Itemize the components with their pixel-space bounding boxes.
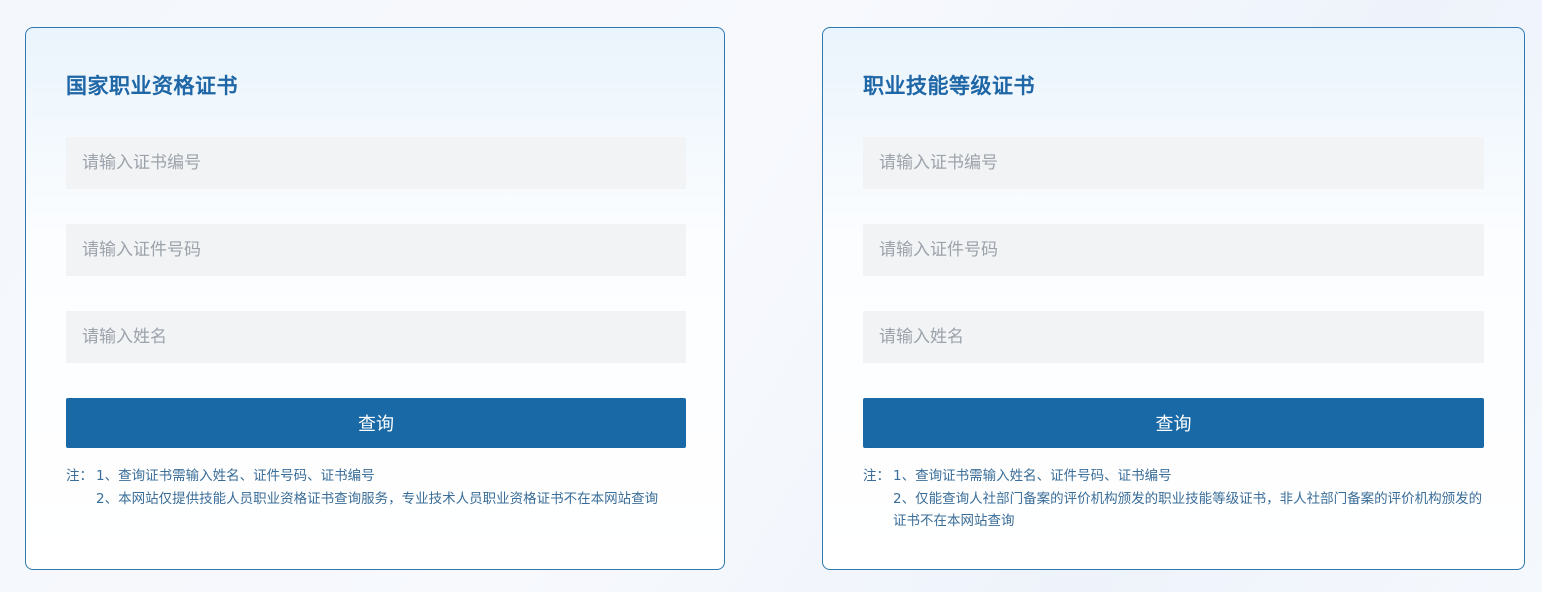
query-button[interactable]: 查询	[66, 398, 686, 448]
notes: 注： 1、查询证书需输入姓名、证件号码、证书编号 2、本网站仅提供技能人员职业资…	[66, 465, 686, 510]
certificate-number-input[interactable]	[66, 137, 686, 189]
note-text: 1、查询证书需输入姓名、证件号码、证书编号	[96, 468, 375, 484]
panel-title: 职业技能等级证书	[863, 74, 1035, 98]
id-number-input[interactable]	[863, 224, 1484, 276]
note-item: 注： 1、查询证书需输入姓名、证件号码、证书编号	[863, 465, 1483, 488]
name-input[interactable]	[66, 311, 686, 363]
vocational-skill-level-panel: 职业技能等级证书 查询 注： 1、查询证书需输入姓名、证件号码、证书编号 2、仅…	[822, 27, 1525, 570]
note-text: 2、本网站仅提供技能人员职业资格证书查询服务，专业技术人员职业资格证书不在本网站…	[96, 490, 659, 507]
query-button[interactable]: 查询	[863, 398, 1484, 448]
notes: 注： 1、查询证书需输入姓名、证件号码、证书编号 2、仅能查询人社部门备案的评价…	[863, 465, 1483, 533]
certificate-number-input[interactable]	[863, 137, 1484, 189]
note-item: 注： 1、查询证书需输入姓名、证件号码、证书编号	[66, 465, 686, 488]
national-vocational-qualification-panel: 国家职业资格证书 查询 注： 1、查询证书需输入姓名、证件号码、证书编号 2、本…	[25, 27, 725, 570]
id-number-input[interactable]	[66, 224, 686, 276]
note-item: 2、本网站仅提供技能人员职业资格证书查询服务，专业技术人员职业资格证书不在本网站…	[66, 488, 686, 511]
note-item: 2、仅能查询人社部门备案的评价机构颁发的职业技能等级证书，非人社部门备案的评价机…	[863, 488, 1483, 533]
note-prefix: 注：	[863, 468, 890, 484]
panel-title: 国家职业资格证书	[66, 74, 238, 98]
name-input[interactable]	[863, 311, 1484, 363]
note-text: 2、仅能查询人社部门备案的评价机构颁发的职业技能等级证书，非人社部门备案的评价机…	[893, 490, 1483, 530]
note-text: 1、查询证书需输入姓名、证件号码、证书编号	[893, 468, 1172, 484]
note-prefix: 注：	[66, 468, 93, 484]
